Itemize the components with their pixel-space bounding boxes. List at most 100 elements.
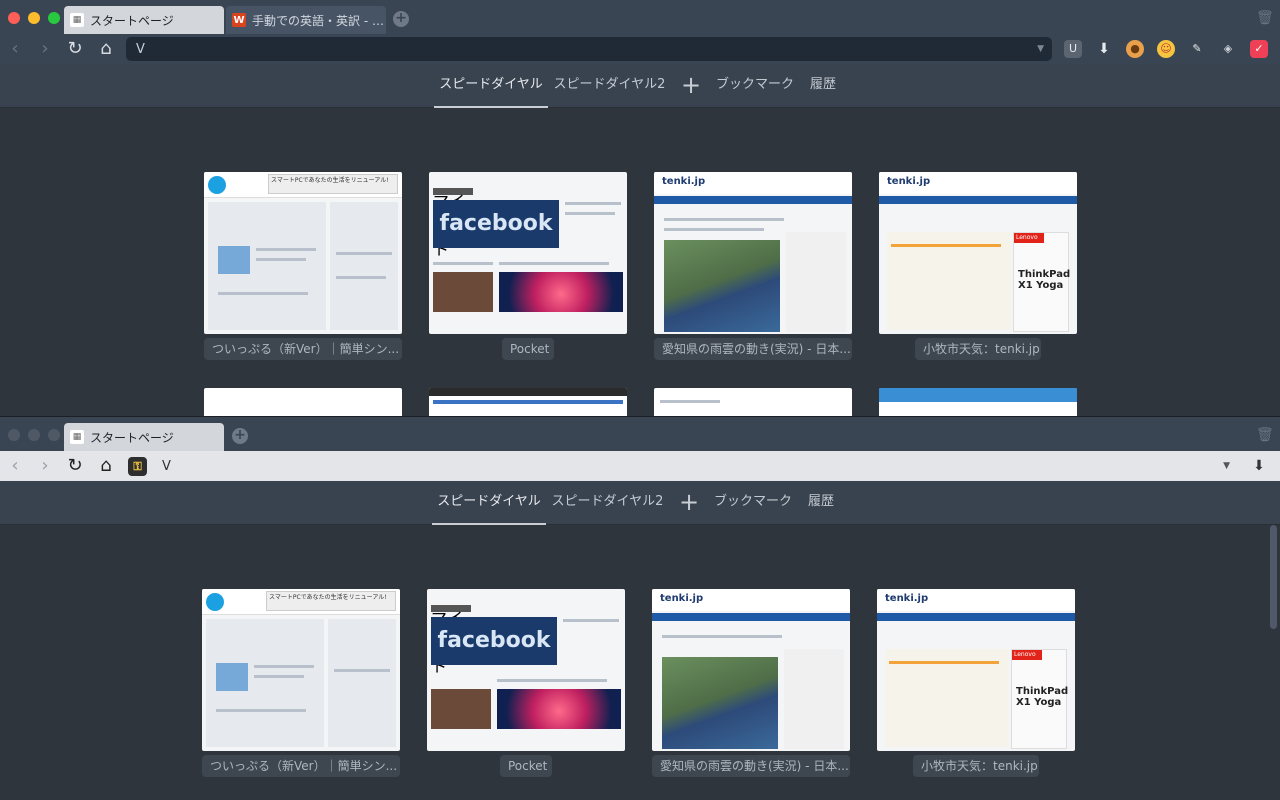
back-button[interactable]: ‹: [4, 38, 26, 60]
trash-icon[interactable]: 🗑: [1256, 427, 1274, 443]
thumb-line: [565, 202, 621, 205]
reload-button[interactable]: ↻: [64, 455, 86, 477]
address-field[interactable]: V ▼: [152, 454, 1238, 478]
speed-dial-label[interactable]: 小牧市天気：tenki.jp: [913, 755, 1039, 777]
new-tab-button[interactable]: +: [232, 428, 248, 444]
ad-text: ThinkPad X1 Yoga: [1016, 686, 1069, 708]
speed-dial-nav: スピードダイヤル スピードダイヤル2 + ブックマーク 履歴: [0, 64, 1280, 108]
cookie-icon[interactable]: ●: [1126, 40, 1144, 58]
speed-dial-tile-tenki-komaki[interactable]: tenki.jp Lenovo ThinkPad X1 Yoga: [877, 589, 1075, 751]
tab-bookmarks[interactable]: ブックマーク: [710, 481, 796, 525]
speed-dial-tile-pocket[interactable]: マイリスト facebook: [429, 172, 627, 334]
reload-button[interactable]: ↻: [64, 38, 86, 60]
lenovo-logo: Lenovo: [1014, 233, 1044, 243]
back-button[interactable]: ‹: [4, 455, 26, 477]
tenki-logo: tenki.jp: [885, 593, 929, 604]
thumb-image: [431, 689, 491, 729]
speed-dial-tile-6[interactable]: [429, 388, 627, 416]
thumb-line: [499, 262, 609, 265]
speed-dial-label[interactable]: ついっぷる（新Ver）｜簡単シン...: [202, 755, 400, 777]
close-window-button[interactable]: [8, 12, 20, 24]
thumb-line: [660, 400, 720, 403]
speed-dial-tile-twipple[interactable]: スマートPCであなたの生活をリニューアル!: [204, 172, 402, 334]
speed-dial-label[interactable]: 小牧市天気：tenki.jp: [915, 338, 1041, 360]
minimize-window-button[interactable]: [28, 429, 40, 441]
tab-history[interactable]: 履歴: [802, 481, 840, 525]
speed-dial-tile-tenki-rain[interactable]: tenki.jp: [654, 172, 852, 334]
tab-speed-dial[interactable]: スピードダイヤル: [434, 64, 548, 108]
thumb-image: facebook: [431, 617, 557, 665]
thumb-line: [879, 388, 1077, 402]
tab-start-page[interactable]: ▦ スタートページ: [64, 6, 224, 34]
home-button[interactable]: ⌂: [95, 455, 117, 477]
thumb-map: [664, 240, 780, 332]
tab-history[interactable]: 履歴: [804, 64, 842, 108]
speed-dial-tile-twipple[interactable]: スマートPCであなたの生活をリニューアル!: [202, 589, 400, 751]
thumb-line: [256, 248, 316, 251]
speed-dial-tile-8[interactable]: [879, 388, 1077, 416]
download-icon[interactable]: ⬇: [1250, 457, 1268, 475]
forward-button[interactable]: ›: [34, 38, 56, 60]
add-speed-dial-group-button[interactable]: +: [681, 72, 701, 98]
trash-icon[interactable]: 🗑: [1256, 10, 1274, 26]
forward-button[interactable]: ›: [34, 455, 56, 477]
thumb-line: [254, 675, 304, 678]
pocket-icon[interactable]: ✓: [1250, 40, 1268, 58]
tab-start-page[interactable]: ▦ スタートページ: [64, 423, 224, 451]
zoom-window-button[interactable]: [48, 429, 60, 441]
tab-bar: ▦ スタートページ W 手動での英語・英訳 - 英和 + 🗑: [0, 0, 1280, 34]
speed-dial-tile-tenki-rain[interactable]: tenki.jp: [652, 589, 850, 751]
close-window-button[interactable]: [8, 429, 20, 441]
broom-icon[interactable]: ✎: [1188, 40, 1206, 58]
tab-bookmarks[interactable]: ブックマーク: [712, 64, 798, 108]
ghost-icon[interactable]: ◈: [1219, 40, 1237, 58]
thumb-nav: [877, 613, 1075, 621]
thumb-column: [786, 232, 846, 332]
thumb-image: [497, 689, 621, 729]
new-tab-button[interactable]: +: [393, 11, 409, 27]
speed-dial-label[interactable]: Pocket: [500, 755, 552, 777]
home-button[interactable]: ⌂: [95, 38, 117, 60]
tab-eigo[interactable]: W 手動での英語・英訳 - 英和: [226, 6, 386, 34]
speed-dial-label[interactable]: 愛知県の雨雲の動き(実況) - 日本...: [652, 755, 850, 777]
tab-speed-dial-2[interactable]: スピードダイヤル2: [552, 64, 667, 108]
speed-dial-tile-pocket[interactable]: マイリスト facebook: [427, 589, 625, 751]
thumb-column: [784, 649, 844, 749]
address-field[interactable]: V ▼: [126, 37, 1052, 61]
grid-icon: ▦: [70, 13, 84, 27]
speed-dial-label[interactable]: ついっぷる（新Ver）｜簡単シン...: [204, 338, 402, 360]
tab-speed-dial-2[interactable]: スピードダイヤル2: [550, 481, 665, 525]
speed-dial-label[interactable]: 愛知県の雨雲の動き(実況) - 日本...: [654, 338, 852, 360]
thumb-header: tenki.jp: [652, 589, 850, 611]
tab-speed-dial[interactable]: スピードダイヤル: [432, 481, 546, 525]
emoji-icon[interactable]: ☺: [1157, 40, 1175, 58]
minimize-window-button[interactable]: [28, 12, 40, 24]
vertical-scrollbar[interactable]: [1270, 525, 1277, 629]
thumb-map: [662, 657, 778, 749]
thumb-header: tenki.jp: [877, 589, 1075, 611]
key-icon[interactable]: ⚿: [128, 457, 147, 476]
add-speed-dial-group-button[interactable]: +: [679, 489, 699, 515]
speed-dial-label[interactable]: Pocket: [502, 338, 554, 360]
thumb-line: [563, 619, 619, 622]
speed-dial-tile-5[interactable]: [204, 388, 402, 416]
thumb-line: [565, 212, 615, 215]
chevron-down-icon[interactable]: ▼: [1037, 44, 1044, 54]
speed-dial-tile-tenki-komaki[interactable]: tenki.jp Lenovo ThinkPad X1 Yoga: [879, 172, 1077, 334]
thumb-header: スマートPCであなたの生活をリニューアル!: [202, 589, 400, 615]
thumb-image: [218, 246, 250, 274]
download-icon[interactable]: ⬇: [1095, 40, 1113, 58]
address-value: V: [136, 41, 145, 57]
tab-label: スタートページ: [90, 430, 174, 445]
zoom-window-button[interactable]: [48, 12, 60, 24]
thumb-line: [664, 218, 784, 221]
chevron-down-icon[interactable]: ▼: [1223, 461, 1230, 471]
speed-dial-tile-7[interactable]: [654, 388, 852, 416]
thumb-banner: スマートPCであなたの生活をリニューアル!: [268, 174, 398, 194]
thumb-line: [336, 252, 392, 255]
tenki-logo: tenki.jp: [662, 176, 706, 187]
ublock-icon[interactable]: U: [1064, 40, 1082, 58]
thumb-line: [254, 665, 314, 668]
thumb-title: マイリスト: [431, 605, 471, 676]
tab-label: スタートページ: [90, 13, 174, 28]
